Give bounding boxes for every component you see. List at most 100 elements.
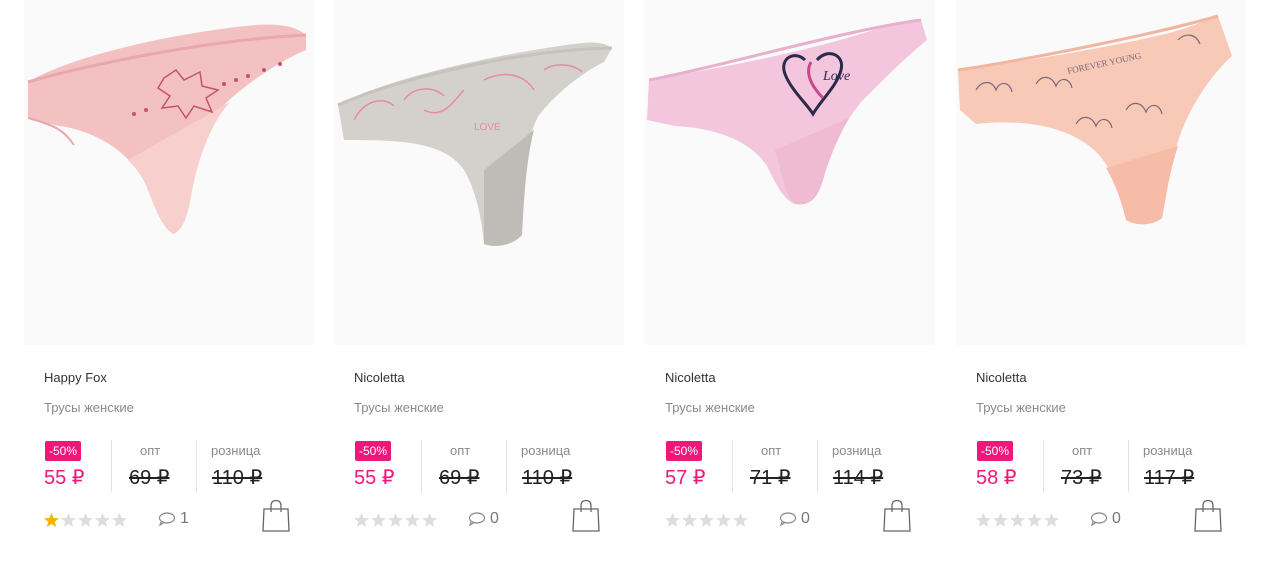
product-image[interactable]: LOVE: [334, 0, 624, 345]
star-icon[interactable]: [715, 512, 732, 528]
add-to-cart-button[interactable]: [1194, 499, 1222, 533]
divider: [196, 440, 197, 492]
comment-icon: [779, 512, 797, 526]
product-name[interactable]: Трусы женские: [44, 400, 134, 415]
retail-label: розница: [521, 443, 571, 458]
star-icon[interactable]: [77, 512, 94, 528]
product-card: LOVE Nicoletta Трусы женские -50% 55 ₽ о…: [334, 0, 644, 576]
price-block: -50% 57 ₽ опт 71 ₽ розница 114 ₽: [665, 440, 905, 494]
divider: [506, 440, 507, 492]
comments-link[interactable]: 0: [1090, 509, 1121, 529]
star-icon[interactable]: [404, 512, 421, 528]
opt-price: 69 ₽: [129, 467, 170, 489]
comment-icon: [158, 512, 176, 526]
product-card: FOREVER YOUNG Nicoletta Трусы женские -5…: [956, 0, 1266, 576]
opt-price: 71 ₽: [750, 467, 791, 489]
opt-label: опт: [1072, 443, 1093, 458]
shopping-bag-icon: [572, 499, 600, 532]
divider: [111, 440, 112, 492]
star-icon[interactable]: [975, 512, 992, 528]
price-block: -50% 58 ₽ опт 73 ₽ розница 117 ₽: [976, 440, 1216, 494]
product-brand[interactable]: Happy Fox: [44, 370, 107, 385]
comments-count: 0: [1112, 510, 1121, 527]
comments-link[interactable]: 1: [158, 509, 189, 529]
briefs-peach-image: FOREVER YOUNG: [957, 14, 1232, 225]
comments-count: 1: [180, 510, 189, 527]
star-icon[interactable]: [387, 512, 404, 528]
comments-link[interactable]: 0: [779, 509, 810, 529]
product-image[interactable]: [24, 0, 314, 345]
current-price: 58 ₽: [976, 467, 1017, 489]
star-icon[interactable]: [111, 512, 128, 528]
opt-label: опт: [140, 443, 161, 458]
product-brand[interactable]: Nicoletta: [354, 370, 405, 385]
star-icon[interactable]: [664, 512, 681, 528]
product-brand[interactable]: Nicoletta: [976, 370, 1027, 385]
product-image[interactable]: FOREVER YOUNG: [956, 0, 1246, 345]
product-brand[interactable]: Nicoletta: [665, 370, 716, 385]
star-icon[interactable]: [421, 512, 438, 528]
star-rating[interactable]: [43, 512, 128, 528]
shopping-bag-icon: [262, 499, 290, 532]
star-icon[interactable]: [94, 512, 111, 528]
star-icon[interactable]: [370, 512, 387, 528]
star-icon[interactable]: [681, 512, 698, 528]
price-block: -50% 55 ₽ опт 69 ₽ розница 110 ₽: [44, 440, 284, 494]
divider: [1128, 440, 1129, 492]
star-icon[interactable]: [1043, 512, 1060, 528]
shopping-bag-icon: [1194, 499, 1222, 532]
discount-badge: -50%: [977, 441, 1014, 461]
product-grid: Happy Fox Трусы женские -50% 55 ₽ опт 69…: [0, 0, 1280, 576]
comment-icon: [468, 512, 486, 526]
comments-count: 0: [801, 510, 810, 527]
star-icon[interactable]: [992, 512, 1009, 528]
divider: [817, 440, 818, 492]
retail-price: 114 ₽: [833, 467, 884, 489]
star-rating[interactable]: [975, 512, 1060, 528]
current-price: 57 ₽: [665, 467, 706, 489]
retail-label: розница: [832, 443, 882, 458]
product-name[interactable]: Трусы женские: [665, 400, 755, 415]
retail-price: 117 ₽: [1144, 467, 1195, 489]
price-block: -50% 55 ₽ опт 69 ₽ розница 110 ₽: [354, 440, 594, 494]
star-icon[interactable]: [60, 512, 77, 528]
discount-badge: -50%: [355, 441, 392, 461]
star-icon[interactable]: [698, 512, 715, 528]
svg-text:LOVE: LOVE: [474, 122, 501, 133]
briefs-grey-image: LOVE: [337, 42, 613, 246]
product-name[interactable]: Трусы женские: [354, 400, 444, 415]
current-price: 55 ₽: [354, 467, 395, 489]
briefs-light-pink-image: Love: [647, 18, 927, 205]
add-to-cart-button[interactable]: [883, 499, 911, 533]
retail-label: розница: [1143, 443, 1193, 458]
product-card: Happy Fox Трусы женские -50% 55 ₽ опт 69…: [24, 0, 334, 576]
star-icon[interactable]: [353, 512, 370, 528]
divider: [732, 440, 733, 492]
product-card: Love Nicoletta Трусы женские -50% 57 ₽ о…: [645, 0, 955, 576]
retail-price: 110 ₽: [522, 467, 573, 489]
comments-link[interactable]: 0: [468, 509, 499, 529]
divider: [421, 440, 422, 492]
opt-price: 73 ₽: [1061, 467, 1102, 489]
add-to-cart-button[interactable]: [262, 499, 290, 533]
retail-price: 110 ₽: [212, 467, 263, 489]
current-price: 55 ₽: [44, 467, 85, 489]
star-icon[interactable]: [1026, 512, 1043, 528]
opt-label: опт: [450, 443, 471, 458]
opt-label: опт: [761, 443, 782, 458]
divider: [1043, 440, 1044, 492]
discount-badge: -50%: [666, 441, 703, 461]
star-rating[interactable]: [664, 512, 749, 528]
star-icon[interactable]: [732, 512, 749, 528]
svg-text:Love: Love: [822, 69, 850, 84]
star-icon[interactable]: [1009, 512, 1026, 528]
star-rating[interactable]: [353, 512, 438, 528]
shopping-bag-icon: [883, 499, 911, 532]
add-to-cart-button[interactable]: [572, 499, 600, 533]
briefs-pink-image: [27, 24, 307, 234]
product-image[interactable]: Love: [645, 0, 935, 345]
product-name[interactable]: Трусы женские: [976, 400, 1066, 415]
star-icon[interactable]: [43, 512, 60, 528]
comment-icon: [1090, 512, 1108, 526]
comments-count: 0: [490, 510, 499, 527]
